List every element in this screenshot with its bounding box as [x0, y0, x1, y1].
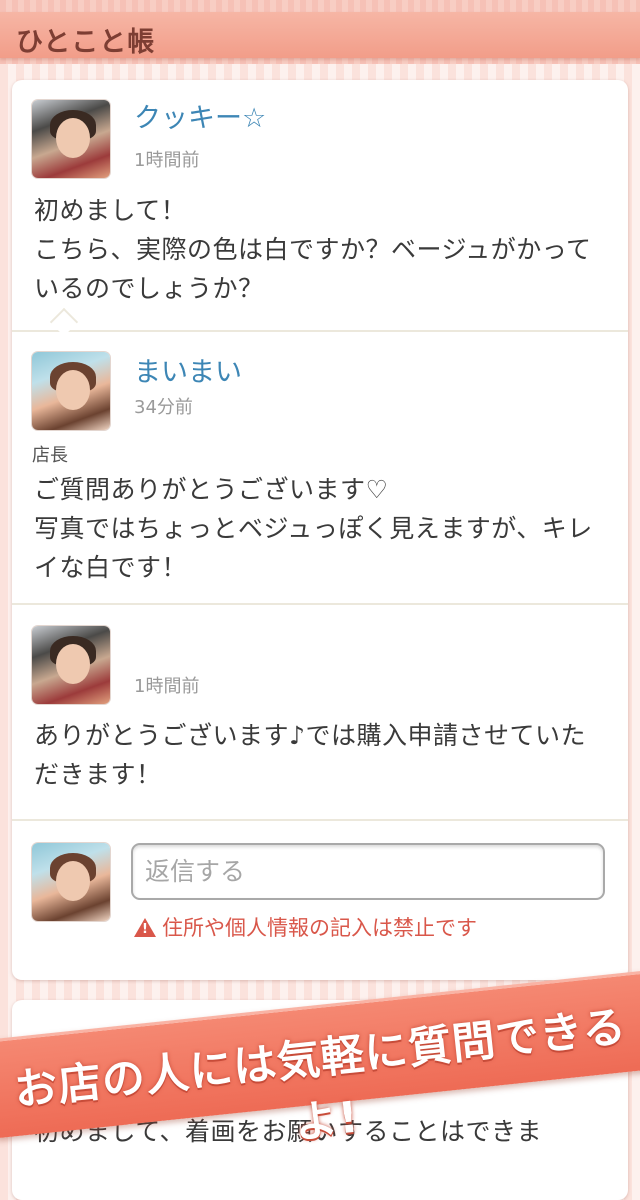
thread-card: クッキー☆ 1時間前 初めまして！ こちら、実際の色は白ですか？ベージュがかって…: [12, 80, 628, 980]
header-bar: ひとこと帳: [0, 12, 640, 58]
post-time: 1時間前: [134, 150, 200, 171]
divider: [12, 603, 628, 605]
my-avatar: [32, 843, 110, 921]
header: ひとこと帳: [0, 0, 640, 64]
role-label: 店長: [32, 445, 68, 466]
post-message: 初めまして！ こちら、実際の色は白ですか？ベージュがかっているのでしょうか？: [34, 196, 592, 303]
divider: [12, 819, 628, 821]
user-name[interactable]: クッキー☆: [134, 96, 266, 135]
avatar[interactable]: [32, 100, 110, 178]
avatar[interactable]: [32, 352, 110, 430]
promo-banner: お店の人には気軽に質問できるよ!: [0, 970, 640, 1149]
warning-text: 住所や個人情報の記入は禁止です: [162, 916, 477, 940]
user-name[interactable]: まいまい: [134, 350, 242, 389]
reply-input[interactable]: [131, 843, 605, 900]
post-message: ありがとうございます♪では購入申請させていただきます！: [34, 721, 586, 789]
warning-message: 住所や個人情報の記入は禁止です: [134, 912, 477, 942]
post-time: 34分前: [134, 397, 193, 418]
warning-icon: [134, 918, 156, 937]
post-message: ご質問ありがとうございます♡ 写真ではちょっとベジュっぽく見えますが、キレイな白…: [34, 475, 593, 582]
avatar[interactable]: [32, 626, 110, 704]
page-title: ひとこと帳: [16, 27, 156, 58]
divider: [12, 330, 628, 332]
post-time: 1時間前: [134, 676, 200, 697]
